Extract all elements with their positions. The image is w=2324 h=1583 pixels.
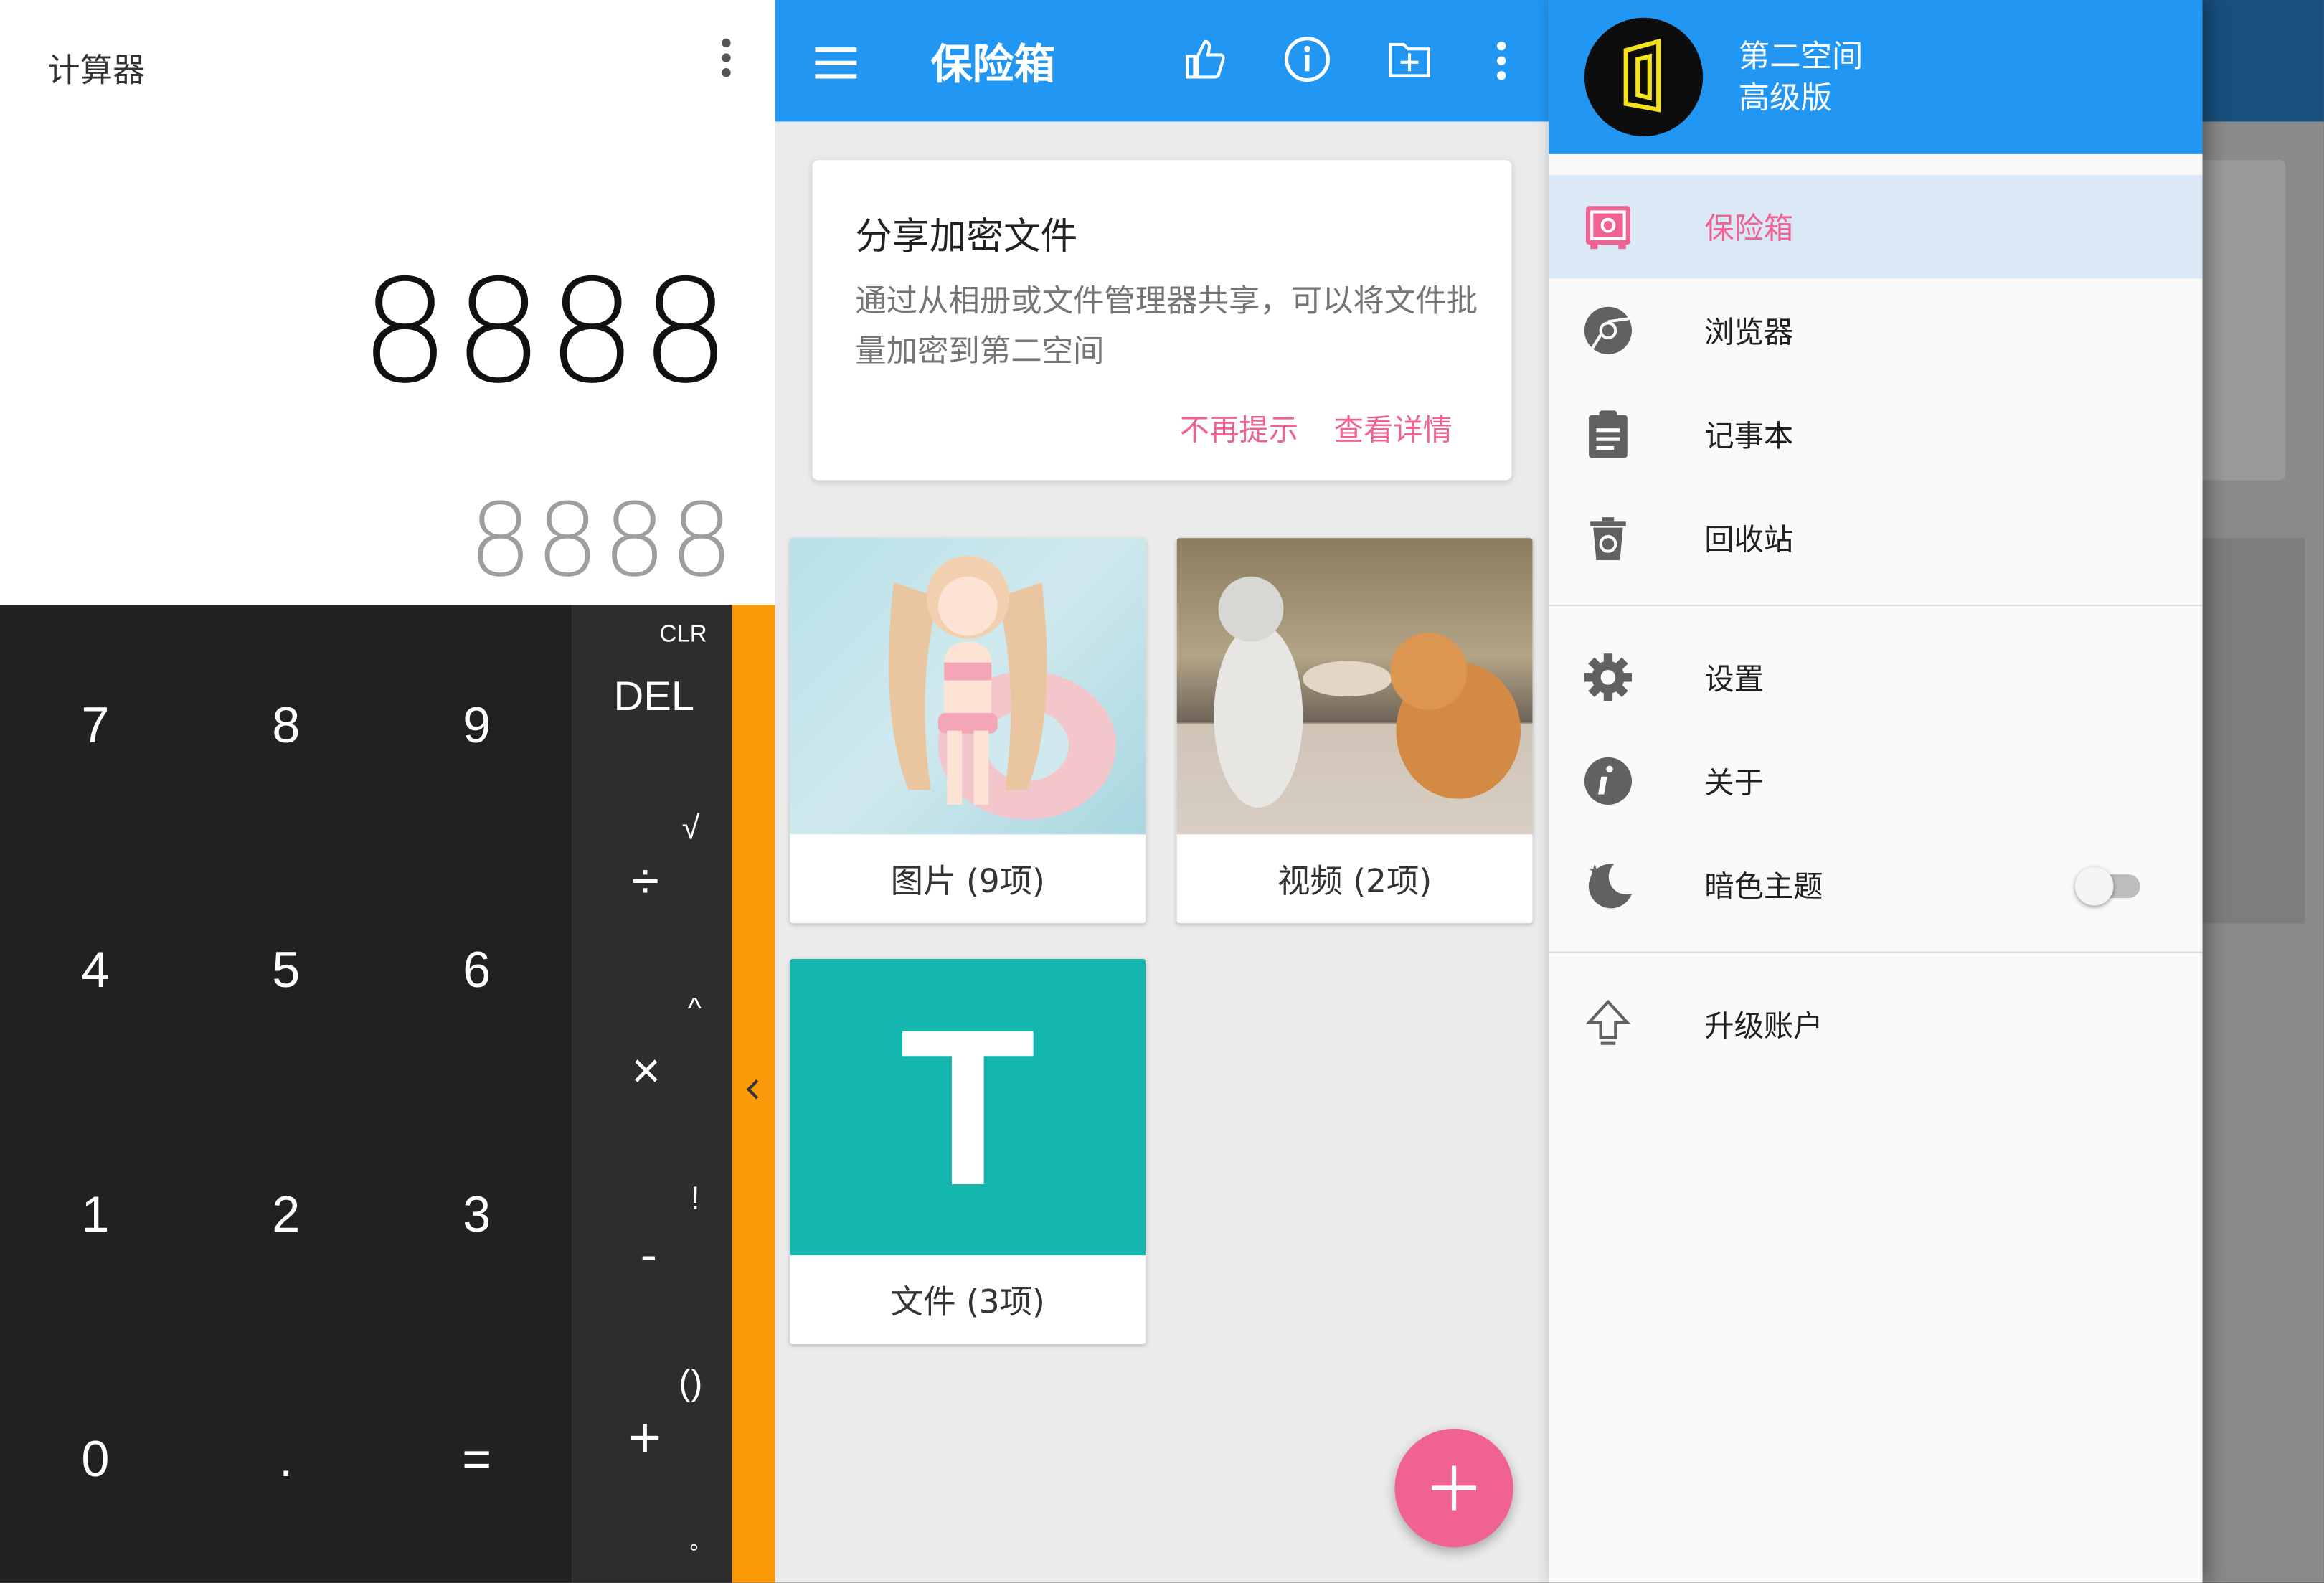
videos-label: 视频 (2项) [1277,864,1432,902]
key-2[interactable]: 2 [191,1094,382,1338]
thumbs-up-icon[interactable] [1181,36,1229,83]
more-vert-icon [1486,41,1516,80]
calculator-result: 8888 [468,483,737,600]
page-title: 保险箱 [930,39,1056,89]
factorial-button[interactable]: ! [691,1180,700,1219]
minus-button[interactable]: - [641,1227,657,1285]
menu-icon[interactable] [812,39,859,86]
recycle-bin-icon [1590,517,1626,561]
drawer-label-vault: 保险箱 [1704,210,1794,247]
power-button[interactable]: ^ [688,993,702,1027]
videos-tile[interactable]: 视频 (2项) [1176,538,1533,924]
files-thumbnail: T [790,958,1146,1256]
gear-icon [1584,653,1632,701]
drawer-label-settings: 设置 [1704,661,1764,697]
drawer-label-upgrade: 升级账户 [1704,1008,1823,1044]
navigation-drawer: 第二空间 高级版 保险箱 浏览器 记事本 回收站 设置 关于 暗色主题 升级账户 [1549,0,2203,1583]
more-vert-icon [712,38,741,77]
app-name-block: 第二空间 高级版 [1739,36,1864,119]
files-label: 文件 (3项) [890,1285,1045,1323]
number-keypad: 7 8 9 4 5 6 1 2 3 0 . = [0,605,572,1583]
sqrt-button[interactable]: √ [681,809,699,848]
operator-pad: CLR DEL √ ÷ ^ × ! - () + ° [572,605,732,1583]
plus-icon [1432,1465,1477,1511]
drawer-divider [1549,951,2203,953]
tip-title: 分享加密文件 [855,214,1078,258]
pictures-tile[interactable]: 图片 (9项) [790,538,1146,924]
pictures-thumbnail [790,538,1146,835]
drawer-header: 第二空间 高级版 [1549,0,2203,154]
tip-body: 通过从相册或文件管理器共享，可以将文件批量加密到第二空间 [855,283,1478,369]
drawer-item-recycle-bin[interactable]: 回收站 [1549,486,2202,590]
safe-icon [1585,206,1630,250]
info-icon[interactable] [1283,36,1331,83]
files-tile[interactable]: T 文件 (3项) [790,958,1146,1345]
key-equals[interactable]: = [382,1338,572,1583]
door-logo-icon [1623,38,1661,113]
drawer-label-notepad: 记事本 [1704,417,1794,454]
drawer-label-about: 关于 [1704,765,1764,800]
moon-icon [1588,864,1632,909]
delete-button[interactable]: DEL [613,673,694,720]
app-logo [1584,17,1704,137]
plus-button[interactable]: + [628,1408,661,1472]
key-3[interactable]: 3 [382,1094,572,1338]
clear-button[interactable]: CLR [660,623,707,649]
chevron-left-icon [746,1079,759,1100]
key-4[interactable]: 4 [0,849,191,1094]
pictures-label: 图片 (9项) [890,864,1045,902]
degree-button[interactable]: ° [689,1541,699,1568]
overflow-menu-button[interactable] [1486,41,1516,80]
drawer-item-upgrade[interactable]: 升级账户 [1549,972,2202,1076]
multiply-button[interactable]: × [631,1044,661,1102]
edition-label: 高级版 [1738,80,1832,116]
upgrade-arrow-icon [1585,999,1631,1045]
drawer-item-browser[interactable]: 浏览器 [1549,278,2202,382]
add-fab-button[interactable] [1394,1428,1513,1548]
advanced-panel-handle[interactable] [732,605,775,1583]
drawer-label-recycle-bin: 回收站 [1704,521,1794,557]
key-7[interactable]: 7 [0,605,191,849]
videos-thumbnail [1176,538,1533,835]
drawer-item-notepad[interactable]: 记事本 [1549,382,2202,486]
drawer-item-vault[interactable]: 保险箱 [1549,174,2203,279]
key-6[interactable]: 6 [382,849,572,1094]
drawer-label-dark-theme: 暗色主题 [1704,868,1823,904]
vault-panel: 保险箱 分享加密文件 通过从相册或文件管理器共享，可以将文件批量加密到第二空间 … [775,0,1549,1583]
add-folder-icon[interactable] [1386,36,1433,83]
calculator-panel: 计算器 8888 8888 7 8 9 4 5 6 1 2 3 0 . = CL… [0,0,775,1583]
key-decimal[interactable]: . [191,1338,382,1583]
app-bar: 保险箱 [775,0,1549,122]
calculator-menu-button[interactable] [712,38,741,83]
key-0[interactable]: 0 [0,1338,191,1583]
key-1[interactable]: 1 [0,1094,191,1338]
app-name: 第二空间 [1738,38,1864,75]
divide-button[interactable]: ÷ [631,854,659,912]
text-file-letter: T [899,982,1036,1232]
info-icon [1584,757,1632,805]
browser-icon [1584,306,1632,354]
dark-theme-toggle[interactable] [2074,866,2146,906]
key-8[interactable]: 8 [191,605,382,849]
share-tip-card: 分享加密文件 通过从相册或文件管理器共享，可以将文件批量加密到第二空间 不再提示… [812,160,1512,481]
cats-image [1214,576,1521,808]
key-9[interactable]: 9 [382,605,572,849]
toggle-knob [2074,866,2114,906]
key-5[interactable]: 5 [191,849,382,1094]
view-details-button[interactable]: 查看详情 [1334,406,1452,449]
drawer-divider [1549,605,2203,607]
anime-girl-image [889,555,1116,820]
drawer-item-settings[interactable]: 设置 [1549,625,2202,729]
dismiss-tip-button[interactable]: 不再提示 [1180,406,1298,449]
calculator-title: 计算器 [47,53,146,91]
parentheses-button[interactable]: () [679,1364,702,1405]
notepad-icon [1589,410,1628,458]
drawer-item-dark-theme[interactable]: 暗色主题 [1549,833,2202,937]
drawer-label-browser: 浏览器 [1704,314,1794,350]
drawer-item-about[interactable]: 关于 [1549,729,2202,833]
calculator-expression: 8888 [359,249,734,415]
